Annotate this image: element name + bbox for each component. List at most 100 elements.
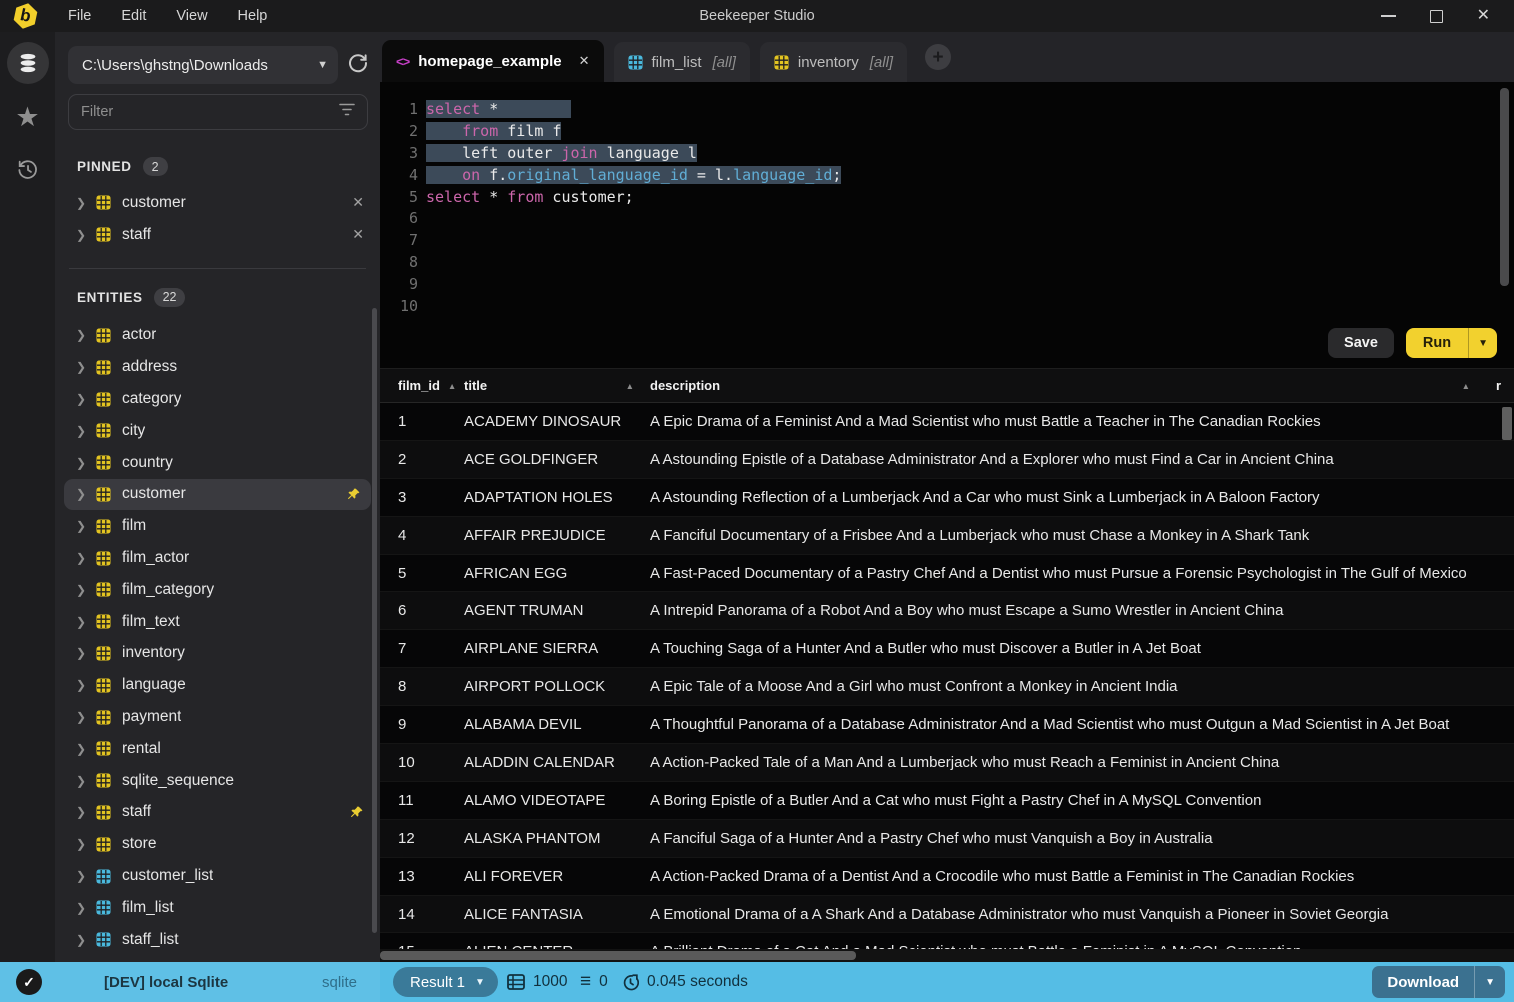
download-options-caret-icon[interactable]: ▼: [1474, 966, 1505, 998]
column-header-r[interactable]: r: [1496, 378, 1514, 393]
chevron-right-icon[interactable]: ❯: [76, 933, 96, 947]
menu-edit[interactable]: Edit: [121, 8, 146, 24]
cell-description[interactable]: A Astounding Reflection of a Lumberjack …: [650, 489, 1514, 506]
chevron-right-icon[interactable]: ❯: [76, 678, 96, 692]
chevron-right-icon[interactable]: ❯: [76, 519, 96, 533]
chevron-right-icon[interactable]: ❯: [76, 360, 96, 374]
entity-item-city[interactable]: ❯ city: [55, 415, 380, 447]
cell-film-id[interactable]: 2: [380, 451, 464, 468]
cell-description[interactable]: A Touching Saga of a Hunter And a Butler…: [650, 640, 1514, 657]
table-row[interactable]: 7 AIRPLANE SIERRA A Touching Saga of a H…: [380, 630, 1514, 669]
chevron-right-icon[interactable]: ❯: [76, 424, 96, 438]
table-row[interactable]: 13 ALI FOREVER A Action-Packed Drama of …: [380, 857, 1514, 896]
sort-asc-icon[interactable]: ▲: [626, 381, 634, 391]
cell-film-id[interactable]: 14: [380, 906, 464, 923]
sidebar-scrollbar[interactable]: [372, 308, 377, 933]
cell-film-id[interactable]: 6: [380, 602, 464, 619]
chevron-right-icon[interactable]: ❯: [76, 774, 96, 788]
chevron-right-icon[interactable]: ❯: [76, 837, 96, 851]
entity-item-film_category[interactable]: ❯ film_category: [55, 574, 380, 606]
entity-item-film_list[interactable]: ❯ film_list: [55, 892, 380, 924]
code-line-3[interactable]: left outer join language l: [426, 143, 1514, 165]
horizontal-scrollbar-thumb[interactable]: [380, 951, 856, 960]
cell-film-id[interactable]: 12: [380, 830, 464, 847]
entity-item-customer_list[interactable]: ❯ customer_list: [55, 860, 380, 892]
table-row[interactable]: 5 AFRICAN EGG A Fast-Paced Documentary o…: [380, 554, 1514, 593]
entity-item-country[interactable]: ❯ country: [55, 447, 380, 479]
table-row[interactable]: 9 ALABAMA DEVIL A Thoughtful Panorama of…: [380, 706, 1514, 745]
save-button[interactable]: Save: [1328, 328, 1394, 358]
cell-description[interactable]: A Epic Drama of a Feminist And a Mad Sci…: [650, 413, 1514, 430]
entity-item-inventory[interactable]: ❯ inventory: [55, 638, 380, 670]
download-label[interactable]: Download: [1372, 974, 1474, 991]
cell-film-id[interactable]: 5: [380, 565, 464, 582]
entity-item-staff_list[interactable]: ❯ staff_list: [55, 924, 380, 956]
menu-view[interactable]: View: [176, 8, 207, 24]
entity-item-store[interactable]: ❯ store: [55, 828, 380, 860]
chevron-right-icon[interactable]: ❯: [76, 328, 96, 342]
cell-film-id[interactable]: 13: [380, 868, 464, 885]
table-row[interactable]: 12 ALASKA PHANTOM A Fanciful Saga of a H…: [380, 819, 1514, 858]
cell-description[interactable]: A Fast-Paced Documentary of a Pastry Che…: [650, 565, 1514, 582]
cell-description[interactable]: A Epic Tale of a Moose And a Girl who mu…: [650, 678, 1514, 695]
cell-description[interactable]: A Fanciful Documentary of a Frisbee And …: [650, 527, 1514, 544]
cell-title[interactable]: ALASKA PHANTOM: [464, 830, 650, 847]
cell-film-id[interactable]: 7: [380, 640, 464, 657]
cell-description[interactable]: A Fanciful Saga of a Hunter And a Pastry…: [650, 830, 1514, 847]
minimize-icon[interactable]: [1380, 15, 1396, 17]
filter-input[interactable]: [81, 104, 339, 120]
new-tab-button[interactable]: +: [925, 44, 952, 70]
sort-asc-icon[interactable]: ▲: [1462, 381, 1470, 391]
code-line-2[interactable]: from film f: [426, 121, 1514, 143]
code-line-5[interactable]: select * from customer;: [426, 187, 1514, 209]
column-header-title[interactable]: title ▲: [464, 378, 650, 393]
cell-film-id[interactable]: 4: [380, 527, 464, 544]
table-row[interactable]: 6 AGENT TRUMAN A Intrepid Panorama of a …: [380, 592, 1514, 631]
chevron-right-icon[interactable]: ❯: [76, 487, 96, 501]
entity-item-actor[interactable]: ❯ actor: [55, 320, 380, 352]
chevron-right-icon[interactable]: ❯: [76, 742, 96, 756]
cell-title[interactable]: ALAMO VIDEOTAPE: [464, 792, 650, 809]
cell-title[interactable]: AFFAIR PREJUDICE: [464, 527, 650, 544]
cell-title[interactable]: ACE GOLDFINGER: [464, 451, 650, 468]
chevron-right-icon[interactable]: ❯: [76, 583, 96, 597]
cell-title[interactable]: ALI FOREVER: [464, 868, 650, 885]
sort-asc-icon[interactable]: ▲: [448, 381, 456, 391]
code-line-6[interactable]: [426, 208, 1514, 230]
entity-item-staff[interactable]: ❯ staff: [55, 797, 380, 829]
code-line-1[interactable]: select *: [426, 99, 1514, 121]
cell-film-id[interactable]: 1: [380, 413, 464, 430]
table-row[interactable]: 15 ALIEN CENTER A Brilliant Drama of a C…: [380, 933, 1514, 949]
maximize-icon[interactable]: [1429, 9, 1443, 23]
entity-item-payment[interactable]: ❯ payment: [55, 701, 380, 733]
connections-icon[interactable]: [6, 42, 49, 84]
chevron-right-icon[interactable]: ❯: [76, 551, 96, 565]
entity-item-film_actor[interactable]: ❯ film_actor: [55, 542, 380, 574]
chevron-right-icon[interactable]: ❯: [76, 869, 96, 883]
download-button[interactable]: Download ▼: [1372, 966, 1505, 998]
cell-description[interactable]: A Action-Packed Drama of a Dentist And a…: [650, 868, 1514, 885]
cell-title[interactable]: ACADEMY DINOSAUR: [464, 413, 650, 430]
unpin-close-icon[interactable]: ✕: [352, 226, 364, 243]
cell-description[interactable]: A Thoughtful Panorama of a Database Admi…: [650, 716, 1514, 733]
cell-title[interactable]: ALABAMA DEVIL: [464, 716, 650, 733]
entity-item-film_text[interactable]: ❯ film_text: [55, 606, 380, 638]
table-row[interactable]: 10 ALADDIN CALENDAR A Action-Packed Tale…: [380, 744, 1514, 782]
chevron-right-icon[interactable]: ❯: [76, 901, 96, 915]
sql-editor[interactable]: 1 2 3 4 5 6 7 8 9 10 select * from film f left ou…: [380, 82, 1514, 368]
run-button[interactable]: Run ▼: [1405, 328, 1497, 358]
result-selector[interactable]: Result 1 ▼: [393, 967, 498, 997]
results-scrollbar-thumb[interactable]: [1502, 407, 1512, 440]
chevron-right-icon[interactable]: ❯: [76, 392, 96, 406]
cell-description[interactable]: A Intrepid Panorama of a Robot And a Boy…: [650, 602, 1514, 619]
tab-film_list[interactable]: film_list [all]: [613, 42, 750, 82]
code-line-8[interactable]: [426, 252, 1514, 274]
entity-item-address[interactable]: ❯ address: [55, 351, 380, 383]
entity-item-category[interactable]: ❯ category: [55, 383, 380, 415]
chevron-right-icon[interactable]: ❯: [76, 196, 96, 210]
table-row[interactable]: 14 ALICE FANTASIA A Emotional Drama of a…: [380, 895, 1514, 934]
code-line-9[interactable]: [426, 274, 1514, 296]
editor-scrollbar[interactable]: [1500, 88, 1509, 286]
close-icon[interactable]: ✕: [1477, 8, 1490, 24]
entity-item-sqlite_sequence[interactable]: ❯ sqlite_sequence: [55, 765, 380, 797]
